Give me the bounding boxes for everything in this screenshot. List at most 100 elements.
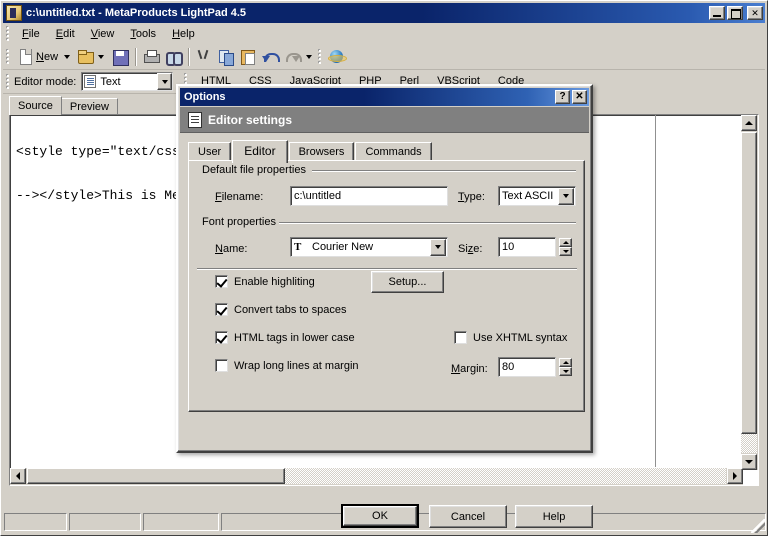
editor-mode-combobox[interactable]: Text xyxy=(81,72,174,91)
paste-button[interactable] xyxy=(237,46,259,68)
new-file-button[interactable]: New xyxy=(14,46,75,68)
copy-button[interactable] xyxy=(215,46,237,68)
file-type-value: Text ASCII xyxy=(502,190,554,202)
tab-source[interactable]: Source xyxy=(9,96,62,115)
redo-button[interactable] xyxy=(281,46,303,68)
vertical-scroll-track[interactable] xyxy=(741,132,757,453)
redo-arrow-icon xyxy=(283,48,303,65)
chevron-down-icon[interactable] xyxy=(64,54,71,59)
menu-item-tools[interactable]: Tools xyxy=(122,26,164,42)
print-button[interactable] xyxy=(140,46,162,68)
font-name-combobox[interactable]: T Courier New xyxy=(290,237,448,257)
app-icon xyxy=(6,5,22,21)
maximize-button[interactable] xyxy=(727,6,743,20)
setup-button-label: Setup... xyxy=(388,276,427,288)
xhtml-syntax-checkbox[interactable]: Use XHTML syntax xyxy=(454,331,567,344)
dialog-header-title: Editor settings xyxy=(208,112,293,127)
dialog-title: Options xyxy=(184,91,226,103)
tab-user[interactable]: User xyxy=(188,142,232,161)
help-button[interactable]: Help xyxy=(515,505,593,528)
vertical-scroll-thumb[interactable] xyxy=(741,132,757,434)
wrap-lines-checkbox[interactable]: Wrap long lines at margin xyxy=(215,359,359,372)
checkbox-box[interactable] xyxy=(215,359,228,372)
open-file-button[interactable] xyxy=(75,46,109,68)
toolbar-gripper[interactable] xyxy=(5,73,11,90)
font-size-label: Size: xyxy=(458,243,483,255)
chevron-down-icon[interactable] xyxy=(98,54,105,59)
toolbar-separator xyxy=(135,47,137,66)
margin-input[interactable]: 80 xyxy=(498,357,556,377)
margin-decrement[interactable] xyxy=(559,367,572,376)
toolbar-separator xyxy=(188,47,190,66)
menu-item-edit[interactable]: Edit xyxy=(48,26,83,42)
enable-highlighting-checkbox[interactable]: Enable highliting xyxy=(215,275,315,288)
menu-item-file[interactable]: File xyxy=(14,26,48,42)
horizontal-scrollbar[interactable] xyxy=(10,468,743,485)
tab-commands[interactable]: Commands xyxy=(355,142,432,161)
cancel-button-label: Cancel xyxy=(450,510,486,523)
filename-label: Filename: xyxy=(215,191,264,203)
scroll-right-button[interactable] xyxy=(727,468,743,484)
options-dialog: Options ? ✕ Editor settings User Editor … xyxy=(176,84,593,528)
checkbox-box[interactable] xyxy=(215,303,228,316)
font-name-label: Name: xyxy=(215,243,248,255)
cancel-button[interactable]: Cancel xyxy=(429,505,507,528)
menu-gripper[interactable] xyxy=(5,26,11,42)
vertical-scrollbar[interactable] xyxy=(741,115,758,470)
scroll-up-button[interactable] xyxy=(741,115,757,131)
tab-browsers[interactable]: Browsers xyxy=(288,142,355,161)
tab-editor[interactable]: Editor xyxy=(232,140,288,163)
html-lowercase-checkbox[interactable]: HTML tags in lower case xyxy=(215,331,355,344)
scissors-icon xyxy=(195,48,213,65)
title-bar: c:\untitled.txt - MetaProducts LightPad … xyxy=(3,3,765,23)
main-toolbar: New xyxy=(3,44,765,70)
checkbox-box[interactable] xyxy=(215,275,228,288)
menu-item-view[interactable]: View xyxy=(83,26,123,42)
horizontal-scroll-thumb[interactable] xyxy=(27,468,285,484)
browser-preview-button[interactable] xyxy=(326,46,348,68)
binoculars-icon xyxy=(164,48,184,66)
tab-preview[interactable]: Preview xyxy=(60,98,118,115)
dialog-help-button[interactable]: ? xyxy=(555,90,570,104)
undo-button[interactable] xyxy=(259,46,281,68)
font-size-increment[interactable] xyxy=(559,238,572,247)
find-button[interactable] xyxy=(162,46,184,68)
truetype-icon: T xyxy=(294,241,302,253)
group-label-font-properties: Font properties xyxy=(199,216,279,228)
chevron-down-icon[interactable] xyxy=(558,187,574,205)
font-size-decrement[interactable] xyxy=(559,247,572,256)
convert-tabs-checkbox[interactable]: Convert tabs to spaces xyxy=(215,303,347,316)
minimize-button[interactable] xyxy=(709,6,725,20)
toolbar-overflow-icon[interactable] xyxy=(306,54,313,59)
cut-button[interactable] xyxy=(193,46,215,68)
file-type-combobox[interactable]: Text ASCII xyxy=(498,186,576,206)
checkbox-box[interactable] xyxy=(454,331,467,344)
horizontal-scroll-track[interactable] xyxy=(27,468,726,484)
checkbox-box[interactable] xyxy=(215,331,228,344)
font-size-input[interactable]: 10 xyxy=(498,237,556,257)
ok-button[interactable]: OK xyxy=(341,504,419,528)
toolbar-gripper[interactable] xyxy=(5,48,11,65)
scroll-left-button[interactable] xyxy=(10,468,26,484)
save-file-button[interactable] xyxy=(109,46,131,68)
toolbar-gripper[interactable] xyxy=(317,48,324,65)
window-title: c:\untitled.txt - MetaProducts LightPad … xyxy=(26,7,247,19)
undo-arrow-icon xyxy=(261,48,281,65)
menu-item-help[interactable]: Help xyxy=(164,26,203,42)
font-size-spinner[interactable] xyxy=(559,238,572,256)
setup-button[interactable]: Setup... xyxy=(371,271,444,293)
dialog-close-button[interactable]: ✕ xyxy=(572,90,587,104)
chevron-down-icon[interactable] xyxy=(157,73,173,90)
document-icon xyxy=(84,75,97,88)
resize-grip[interactable] xyxy=(751,519,765,533)
margin-increment[interactable] xyxy=(559,358,572,367)
chevron-down-icon[interactable] xyxy=(430,238,446,256)
scroll-down-button[interactable] xyxy=(741,454,757,470)
copy-icon xyxy=(217,48,235,66)
close-button[interactable]: ✕ xyxy=(747,6,763,20)
new-document-icon xyxy=(16,48,34,65)
filename-input[interactable]: c:\untitled xyxy=(290,186,448,206)
group-divider-file-properties xyxy=(312,170,576,172)
margin-spinner[interactable] xyxy=(559,358,572,376)
type-label: Type: xyxy=(458,191,485,203)
